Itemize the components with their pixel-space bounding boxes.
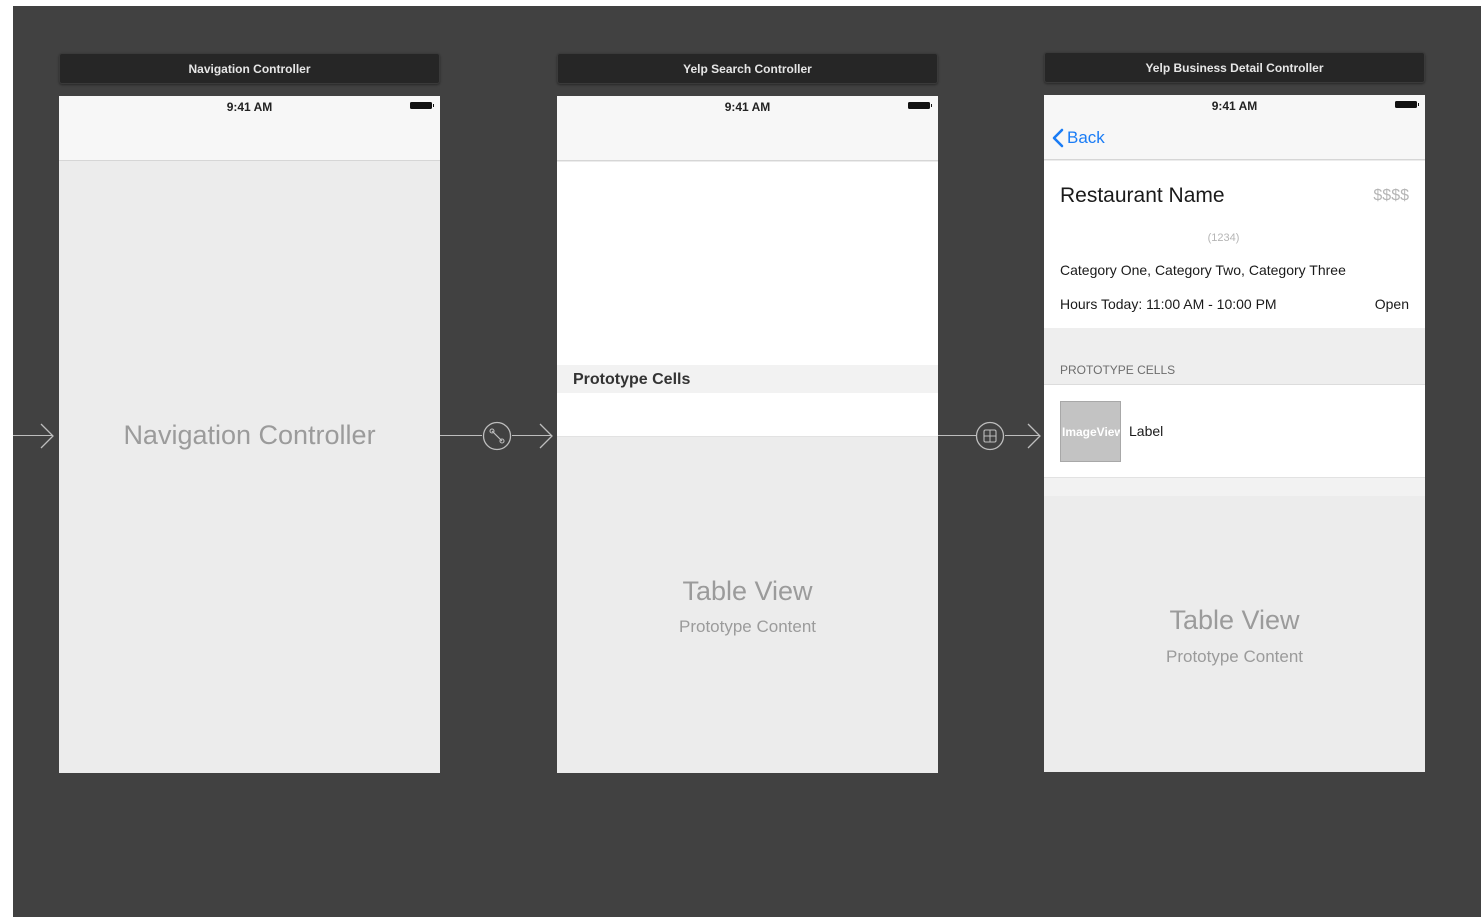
detail-controller-title-bar[interactable]: Yelp Business Detail Controller [1044, 52, 1425, 83]
table-footer-gap [1044, 478, 1425, 496]
battery-icon [410, 102, 434, 109]
battery-icon [1395, 101, 1419, 108]
prototype-cell[interactable] [557, 393, 938, 437]
segue-arrowhead-icon [1027, 423, 1041, 449]
navigation-controller-title-bar[interactable]: Navigation Controller [59, 53, 440, 84]
hours-label: Hours Today: 11:00 AM - 10:00 PM [1060, 296, 1277, 312]
battery-icon [908, 102, 932, 109]
status-time: 9:41 AM [1211, 99, 1258, 113]
section-header-label: Prototype Cells [573, 371, 691, 388]
show-detail-segue[interactable] [938, 435, 976, 436]
business-info-header: Restaurant Name $$$$ (1234) Category One… [1044, 161, 1425, 328]
categories-label: Category One, Category Two, Category Thr… [1060, 262, 1346, 278]
review-count-label: (1234) [1207, 232, 1240, 244]
navigation-controller-scene[interactable]: 9:41 AM Navigation Controller [59, 96, 440, 773]
status-bar: 9:41 AM [1044, 95, 1425, 115]
prototype-cells-section-header: Prototype Cells [557, 365, 938, 393]
status-bar: 9:41 AM [59, 96, 440, 116]
table-view-title: Table View [682, 576, 813, 606]
root-view-controller-segue[interactable] [440, 435, 482, 436]
table-view-title: Table View [1169, 605, 1300, 635]
relationship-segue-icon[interactable] [482, 421, 512, 451]
search-controller-title-bar[interactable]: Yelp Search Controller [557, 53, 938, 84]
open-status-label: Open [1374, 296, 1409, 312]
search-controller-scene[interactable]: 9:41 AM Prototype Cells Table View Proto… [557, 96, 938, 773]
show-segue-icon[interactable] [975, 421, 1005, 451]
segue-arrowhead-icon [539, 423, 553, 449]
status-time: 9:41 AM [226, 100, 273, 114]
storyboard-canvas[interactable]: Navigation Controller 9:41 AM Navigation… [13, 6, 1481, 917]
scene-title: Navigation Controller [188, 61, 311, 76]
table-view-subtitle: Prototype Content [1165, 647, 1304, 666]
scene-title: Yelp Business Detail Controller [1145, 60, 1324, 75]
detail-controller-scene[interactable]: 9:41 AM Back Restaurant Name $$$$ (1234)… [1044, 95, 1425, 772]
initial-arrowhead-icon [40, 423, 54, 449]
image-view: ImageView [1060, 401, 1121, 462]
back-button[interactable]: Back [1052, 127, 1105, 149]
prototype-cells-section-header: PROTOTYPE CELLS [1044, 328, 1425, 385]
scene-title: Yelp Search Controller [683, 61, 812, 76]
scene-placeholder-label: Navigation Controller [123, 420, 376, 450]
image-view-label: ImageView [1062, 424, 1121, 439]
status-time: 9:41 AM [724, 100, 771, 114]
price-label: $$$$ [1373, 187, 1409, 204]
chevron-left-icon [1052, 128, 1064, 148]
status-bar: 9:41 AM [557, 96, 938, 116]
table-header-view[interactable] [557, 162, 938, 365]
prototype-cell[interactable]: ImageView Label [1044, 385, 1425, 478]
table-view-subtitle: Prototype Content [678, 617, 817, 636]
back-button-label: Back [1067, 128, 1105, 147]
restaurant-name-label: Restaurant Name [1060, 184, 1225, 207]
cell-label: Label [1129, 423, 1164, 439]
section-header-label: PROTOTYPE CELLS [1060, 363, 1176, 377]
